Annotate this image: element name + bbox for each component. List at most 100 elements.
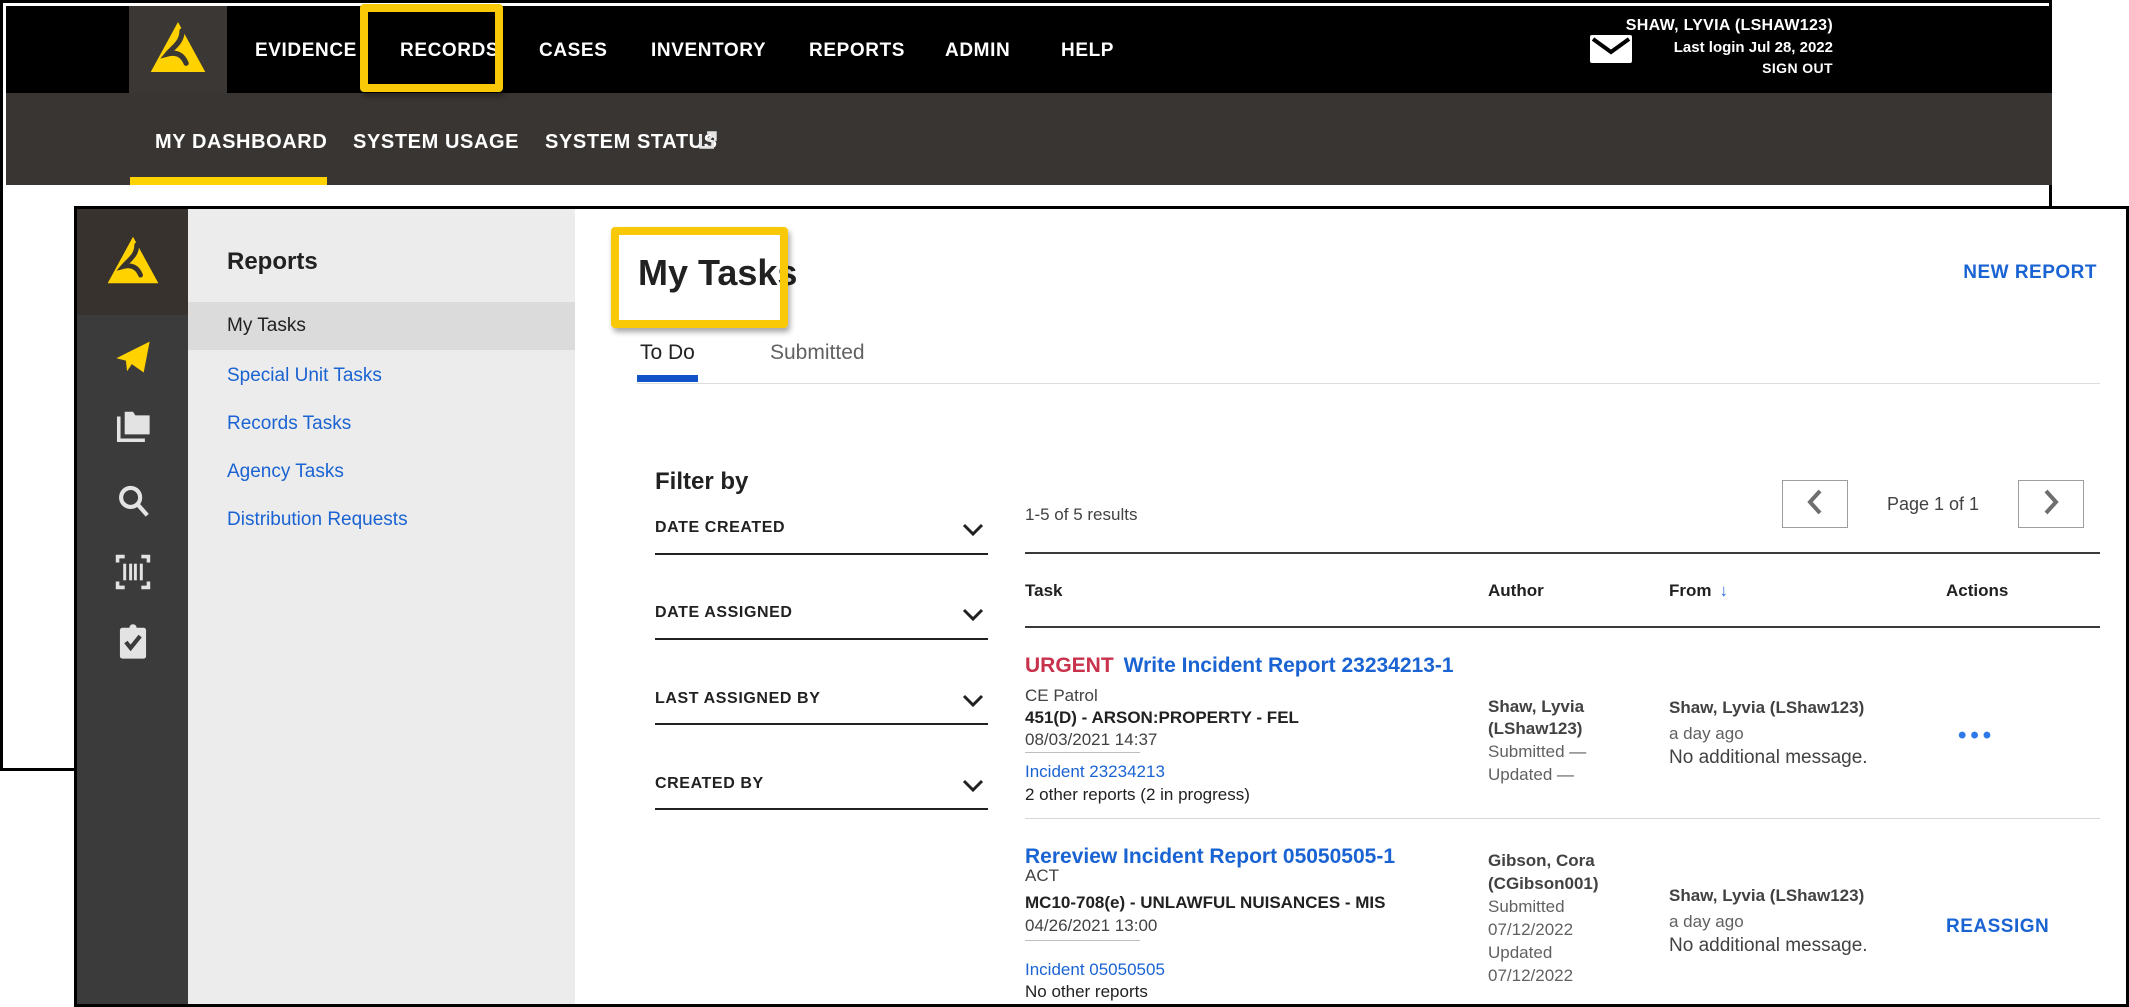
filter-date-assigned[interactable]: DATE ASSIGNED bbox=[655, 604, 793, 622]
from-message: No additional message. bbox=[1669, 935, 1868, 957]
app-logo-tile[interactable] bbox=[129, 6, 227, 93]
author-id: (LShaw123) bbox=[1488, 719, 1582, 739]
column-header-author: Author bbox=[1488, 581, 1544, 601]
chevron-down-icon[interactable] bbox=[962, 779, 984, 792]
nav-item-help[interactable]: HELP bbox=[1061, 40, 1114, 62]
nav-item-inventory[interactable]: INVENTORY bbox=[651, 40, 766, 62]
menu-item-my-tasks[interactable]: My Tasks bbox=[188, 302, 575, 350]
incident-link[interactable]: Incident 05050505 bbox=[1025, 960, 1165, 980]
user-info: SHAW, LYVIA (LSHAW123) Last login Jul 28… bbox=[1626, 15, 1833, 79]
page-title: My Tasks bbox=[638, 252, 797, 294]
filter-last-assigned-by[interactable]: LAST ASSIGNED BY bbox=[655, 690, 820, 708]
filter-created-by[interactable]: CREATED BY bbox=[655, 775, 764, 793]
column-header-from-label: From bbox=[1669, 581, 1712, 600]
nav-item-reports[interactable]: REPORTS bbox=[809, 40, 905, 62]
task-datetime: 08/03/2021 14:37 bbox=[1025, 730, 1157, 750]
menu-item-label: My Tasks bbox=[227, 302, 306, 350]
other-reports: 2 other reports (2 in progress) bbox=[1025, 785, 1250, 805]
tab-divider bbox=[637, 383, 2100, 384]
menu-item-agency-tasks[interactable]: Agency Tasks bbox=[227, 460, 344, 484]
subnav-item-system-usage[interactable]: SYSTEM USAGE bbox=[353, 131, 519, 154]
task-unit: ACT bbox=[1025, 866, 1059, 886]
filter-date-created[interactable]: DATE CREATED bbox=[655, 519, 785, 537]
row-actions-menu-button[interactable]: ••• bbox=[1958, 722, 1995, 750]
barcode-scan-icon[interactable] bbox=[114, 553, 152, 591]
active-tab-underline bbox=[637, 375, 698, 382]
clipboard-check-icon[interactable] bbox=[114, 623, 152, 661]
subnav-item-system-status[interactable]: SYSTEM STATUS bbox=[545, 131, 718, 154]
task-row-title: Rereview Incident Report 05050505-1 bbox=[1025, 845, 1395, 869]
author-updated-label: Updated bbox=[1488, 943, 1552, 963]
table-header-rule bbox=[1025, 626, 2100, 628]
chevron-left-icon bbox=[1807, 489, 1823, 520]
subnav-item-my-dashboard[interactable]: MY DASHBOARD bbox=[155, 131, 327, 154]
active-subnav-underline bbox=[130, 177, 327, 185]
task-offense: MC10-708(e) - UNLAWFUL NUISANCES - MIS bbox=[1025, 893, 1386, 913]
page-indicator: Page 1 of 1 bbox=[1848, 494, 2018, 515]
author-updated: Updated — bbox=[1488, 765, 1574, 785]
table-top-rule bbox=[1025, 552, 2100, 554]
external-link-icon bbox=[697, 129, 719, 156]
menu-item-special-unit-tasks[interactable]: Special Unit Tasks bbox=[227, 364, 382, 388]
author-submitted-label: Submitted bbox=[1488, 897, 1565, 917]
tab-to-do[interactable]: To Do bbox=[640, 341, 695, 365]
filter-heading: Filter by bbox=[655, 468, 748, 496]
sort-descending-icon[interactable]: ↓ bbox=[1720, 581, 1729, 600]
chevron-down-icon[interactable] bbox=[962, 523, 984, 536]
nav-item-cases[interactable]: CASES bbox=[539, 40, 607, 62]
author-updated-date: 07/12/2022 bbox=[1488, 966, 1573, 986]
last-login: Last login Jul 28, 2022 bbox=[1626, 37, 1833, 58]
urgent-badge: URGENT bbox=[1025, 654, 1114, 677]
task-title-link[interactable]: Write Incident Report 23234213-1 bbox=[1124, 654, 1454, 677]
column-header-actions: Actions bbox=[1946, 581, 2008, 601]
user-name: SHAW, LYVIA (LSHAW123) bbox=[1626, 15, 1833, 37]
filter-underline bbox=[655, 553, 988, 555]
reassign-button[interactable]: REASSIGN bbox=[1946, 916, 2049, 938]
nav-item-records[interactable]: RECORDS bbox=[400, 40, 499, 62]
search-icon[interactable] bbox=[114, 482, 152, 520]
new-report-button[interactable]: NEW REPORT bbox=[1963, 262, 2097, 284]
rail-logo-tile[interactable] bbox=[77, 209, 188, 315]
reports-menu-title: Reports bbox=[227, 248, 318, 276]
folders-icon[interactable] bbox=[114, 407, 152, 445]
task-unit: CE Patrol bbox=[1025, 686, 1098, 706]
task-cell-divider bbox=[1025, 940, 1140, 941]
filter-underline bbox=[655, 808, 988, 810]
from-time: a day ago bbox=[1669, 724, 1744, 744]
task-offense: 451(D) - ARSON:PROPERTY - FEL bbox=[1025, 708, 1299, 728]
nav-item-admin[interactable]: ADMIN bbox=[945, 40, 1010, 62]
column-header-from[interactable]: From ↓ bbox=[1669, 581, 1728, 601]
task-row-title: URGENT Write Incident Report 23234213-1 bbox=[1025, 654, 1454, 678]
chevron-down-icon[interactable] bbox=[962, 608, 984, 621]
nav-item-evidence[interactable]: EVIDENCE bbox=[255, 40, 357, 62]
from-name: Shaw, Lyvia (LShaw123) bbox=[1669, 886, 1864, 906]
screen: EVIDENCE RECORDS CASES INVENTORY REPORTS… bbox=[0, 0, 2129, 1007]
next-page-button[interactable] bbox=[2018, 480, 2084, 528]
author-id: (CGibson001) bbox=[1488, 874, 1599, 894]
sign-out-link[interactable]: SIGN OUT bbox=[1626, 58, 1833, 79]
author-submitted: Submitted — bbox=[1488, 742, 1586, 762]
chevron-down-icon[interactable] bbox=[962, 694, 984, 707]
menu-item-records-tasks[interactable]: Records Tasks bbox=[227, 412, 351, 436]
author-name: Gibson, Cora bbox=[1488, 851, 1595, 871]
menu-item-distribution-requests[interactable]: Distribution Requests bbox=[227, 508, 408, 532]
from-message: No additional message. bbox=[1669, 747, 1868, 769]
axon-logo-icon bbox=[149, 20, 207, 79]
task-datetime: 04/26/2021 13:00 bbox=[1025, 916, 1157, 936]
chevron-right-icon bbox=[2043, 489, 2059, 520]
filter-underline bbox=[655, 723, 988, 725]
incident-link[interactable]: Incident 23234213 bbox=[1025, 762, 1165, 782]
from-time: a day ago bbox=[1669, 912, 1744, 932]
filter-underline bbox=[655, 638, 988, 640]
results-count: 1-5 of 5 results bbox=[1025, 505, 1137, 525]
author-name: Shaw, Lyvia bbox=[1488, 697, 1584, 717]
app-side-rail bbox=[77, 209, 188, 1004]
previous-page-button[interactable] bbox=[1782, 480, 1848, 528]
column-header-task: Task bbox=[1025, 581, 1063, 601]
from-name: Shaw, Lyvia (LShaw123) bbox=[1669, 698, 1864, 718]
other-reports: No other reports bbox=[1025, 982, 1148, 1002]
send-reports-icon[interactable] bbox=[114, 338, 152, 376]
tab-submitted[interactable]: Submitted bbox=[770, 341, 865, 365]
task-title-link[interactable]: Rereview Incident Report 05050505-1 bbox=[1025, 845, 1395, 868]
author-submitted-date: 07/12/2022 bbox=[1488, 920, 1573, 940]
